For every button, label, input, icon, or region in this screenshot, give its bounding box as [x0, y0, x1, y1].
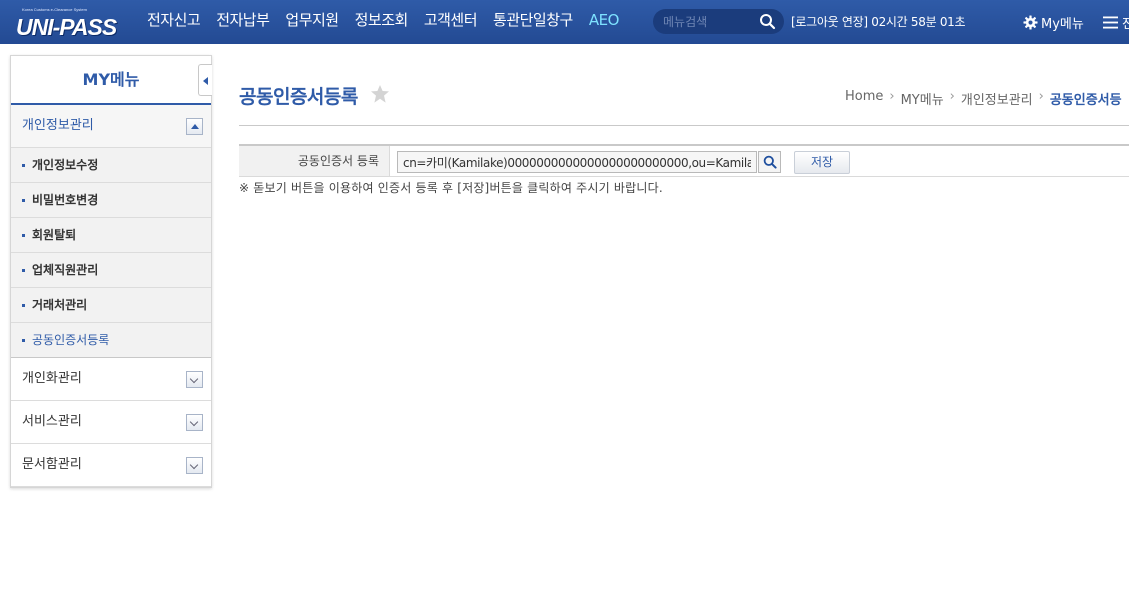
- nav-item-info-inquiry[interactable]: 정보조회: [347, 0, 416, 44]
- certificate-field-label: 공동인증서 등록: [239, 146, 390, 176]
- my-menu-button[interactable]: My메뉴: [1023, 0, 1084, 44]
- gear-icon: [1023, 14, 1038, 30]
- title-divider: [239, 125, 1129, 126]
- nav-item-e-declaration[interactable]: 전자신고: [139, 0, 208, 44]
- sidebar-header: MY메뉴: [11, 56, 212, 105]
- sidebar-item-business-partners[interactable]: 거래처관리: [11, 288, 211, 323]
- sidebar-group-personal-info[interactable]: 개인정보관리: [11, 105, 211, 148]
- breadcrumb-home[interactable]: Home: [845, 89, 883, 108]
- sidebar-item-certificate-registration[interactable]: 공동인증서등록: [11, 323, 211, 358]
- expand-arrow-icon[interactable]: [186, 414, 203, 431]
- sidebar-collapse-button[interactable]: [198, 64, 212, 96]
- main-nav: 전자신고 전자납부 업무지원 정보조회 고객센터 통관단일창구 AEO: [139, 0, 627, 44]
- menu-search-box: [653, 9, 784, 34]
- search-icon[interactable]: [759, 13, 776, 30]
- breadcrumb-personal-info[interactable]: 개인정보관리: [961, 89, 1033, 108]
- nav-item-e-payment[interactable]: 전자납부: [208, 0, 277, 44]
- breadcrumb-separator-icon: ›: [1038, 89, 1044, 104]
- breadcrumb: Home › MY메뉴 › 개인정보관리 › 공동인증서등: [845, 89, 1122, 108]
- breadcrumb-my-menu[interactable]: MY메뉴: [901, 89, 944, 108]
- logo-text: UNI-PASS: [16, 14, 117, 40]
- save-button[interactable]: 저장: [794, 151, 850, 174]
- unipass-logo[interactable]: Korea Customs e-Clearance System UNI-PAS…: [14, 5, 118, 41]
- certificate-form-row: 공동인증서 등록 저장: [239, 144, 1129, 177]
- nav-item-business-support[interactable]: 업무지원: [277, 0, 346, 44]
- logo-tagline: Korea Customs e-Clearance System: [22, 7, 87, 12]
- sidebar-group-label: 문서함관리: [22, 457, 82, 472]
- menu-search-input[interactable]: [663, 12, 755, 31]
- magnifier-icon: [763, 155, 777, 169]
- sidebar-group-service[interactable]: 서비스관리: [11, 401, 211, 444]
- certificate-dn-field[interactable]: [397, 151, 757, 173]
- sidebar-item-company-staff[interactable]: 업체직원관리: [11, 253, 211, 288]
- nav-item-customer-center[interactable]: 고객센터: [416, 0, 485, 44]
- certificate-search-button[interactable]: [758, 151, 781, 173]
- sidebar-group-label: 개인화관리: [22, 371, 82, 386]
- sidebar-group-document-box[interactable]: 문서함관리: [11, 444, 211, 487]
- sidebar-item-change-password[interactable]: 비밀번호변경: [11, 183, 211, 218]
- sidebar-title: MY메뉴: [82, 70, 140, 89]
- all-menu-label: 전: [1122, 16, 1129, 32]
- nav-item-aeo[interactable]: AEO: [581, 0, 627, 44]
- hamburger-icon: [1103, 16, 1118, 28]
- sidebar-item-withdraw-membership[interactable]: 회원탈퇴: [11, 218, 211, 253]
- collapse-arrow-icon[interactable]: [186, 118, 203, 135]
- expand-arrow-icon[interactable]: [186, 457, 203, 474]
- sidebar-group-label: 서비스관리: [22, 414, 82, 429]
- breadcrumb-separator-icon: ›: [889, 89, 895, 104]
- favorite-star-icon[interactable]: [370, 84, 390, 104]
- breadcrumb-separator-icon: ›: [949, 89, 955, 104]
- all-menu-button[interactable]: 전: [1103, 0, 1129, 44]
- my-menu-sidebar: MY메뉴 개인정보관리 개인정보수정 비밀번호변경 회원탈퇴 업체직원관리 거래…: [10, 55, 212, 488]
- sidebar-item-edit-personal-info[interactable]: 개인정보수정: [11, 148, 211, 183]
- sidebar-group-personalization[interactable]: 개인화관리: [11, 358, 211, 401]
- expand-arrow-icon[interactable]: [186, 371, 203, 388]
- sidebar-group-label: 개인정보관리: [22, 118, 94, 133]
- top-navigation-bar: Korea Customs e-Clearance System UNI-PAS…: [0, 0, 1129, 44]
- breadcrumb-current: 공동인증서등: [1049, 93, 1122, 108]
- session-extend-timer[interactable]: [로그아웃 연장] 02시간 58분 01초: [791, 0, 966, 44]
- nav-item-single-window[interactable]: 통관단일창구: [485, 0, 581, 44]
- my-menu-label: My메뉴: [1041, 16, 1084, 32]
- page-title: 공동인증서등록: [239, 86, 358, 108]
- instruction-notice: ※ 돋보기 버튼을 이용하여 인증서 등록 후 [저장]버튼을 클릭하여 주시기…: [239, 181, 663, 195]
